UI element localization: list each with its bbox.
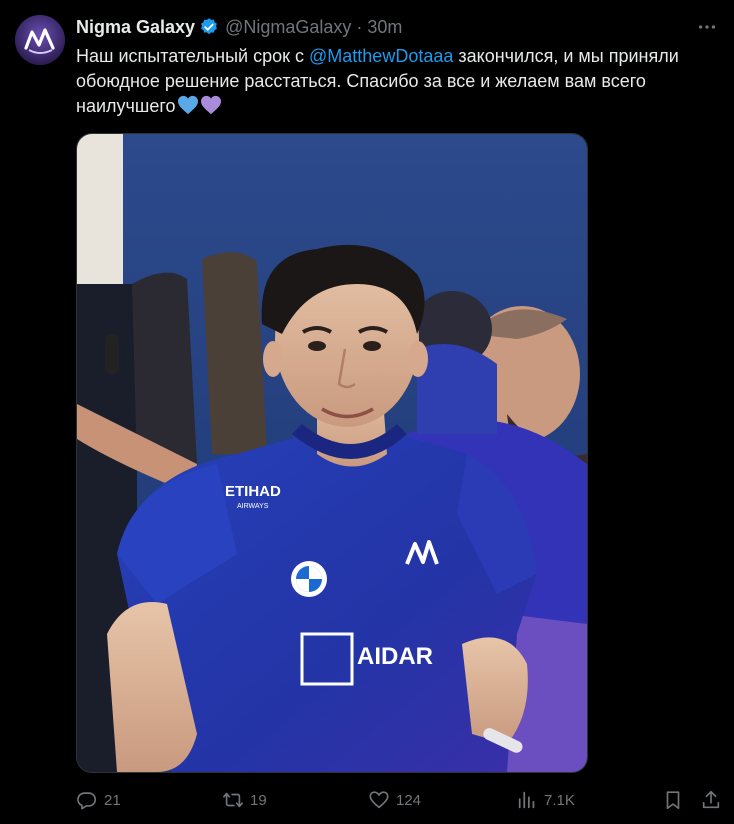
tweet-text: Наш испытательный срок с @MatthewDotaaa … bbox=[76, 44, 706, 119]
more-icon bbox=[698, 25, 716, 29]
verified-badge-icon[interactable] bbox=[199, 17, 219, 37]
like-count: 124 bbox=[396, 791, 422, 809]
tweet-actions: 21 19 124 7.1K bbox=[0, 786, 734, 814]
tweet-text-start: Наш испытательный срок с bbox=[76, 46, 310, 66]
reply-icon bbox=[77, 792, 97, 810]
avatar[interactable] bbox=[15, 15, 65, 65]
blue-heart-icon bbox=[177, 95, 198, 115]
reply-button[interactable]: 21 bbox=[76, 786, 121, 814]
mention-link[interactable]: @MatthewDotaaa bbox=[309, 46, 453, 66]
bookmark-button[interactable] bbox=[662, 786, 684, 814]
heart-icon bbox=[369, 791, 389, 809]
tweet-time[interactable]: 30m bbox=[367, 17, 402, 38]
player-photo: ETIHAD AIRWAYS AIDAR bbox=[77, 134, 587, 772]
jersey-sponsor-sub-text: AIRWAYS bbox=[237, 503, 269, 510]
tweet-header: Nigma Galaxy @NigmaGalaxy · 30m bbox=[76, 15, 402, 39]
views-button[interactable]: 7.1K bbox=[516, 786, 575, 814]
like-button[interactable]: 124 bbox=[368, 786, 421, 814]
views-count: 7.1K bbox=[544, 791, 575, 809]
reply-count: 21 bbox=[104, 791, 121, 809]
author-name[interactable]: Nigma Galaxy bbox=[76, 17, 195, 38]
tweet[interactable]: Nigma Galaxy @NigmaGalaxy · 30m Наш испы… bbox=[0, 0, 734, 824]
repost-icon bbox=[223, 792, 243, 808]
views-icon bbox=[518, 791, 535, 809]
purple-heart-icon bbox=[200, 95, 221, 115]
author-handle[interactable]: @NigmaGalaxy bbox=[225, 17, 351, 38]
nigma-galaxy-logo-icon bbox=[15, 15, 65, 65]
more-options-button[interactable] bbox=[694, 14, 720, 40]
repost-button[interactable]: 19 bbox=[222, 786, 267, 814]
repost-count: 19 bbox=[250, 791, 267, 809]
share-button[interactable] bbox=[700, 786, 722, 814]
separator-dot: · bbox=[356, 16, 363, 37]
share-icon bbox=[702, 790, 720, 809]
jersey-sponsor-text: ETIHAD bbox=[225, 483, 281, 500]
jersey-brand-text: AIDAR bbox=[357, 643, 433, 670]
bookmark-icon bbox=[666, 791, 680, 810]
tweet-photo[interactable]: ETIHAD AIRWAYS AIDAR bbox=[76, 133, 588, 773]
